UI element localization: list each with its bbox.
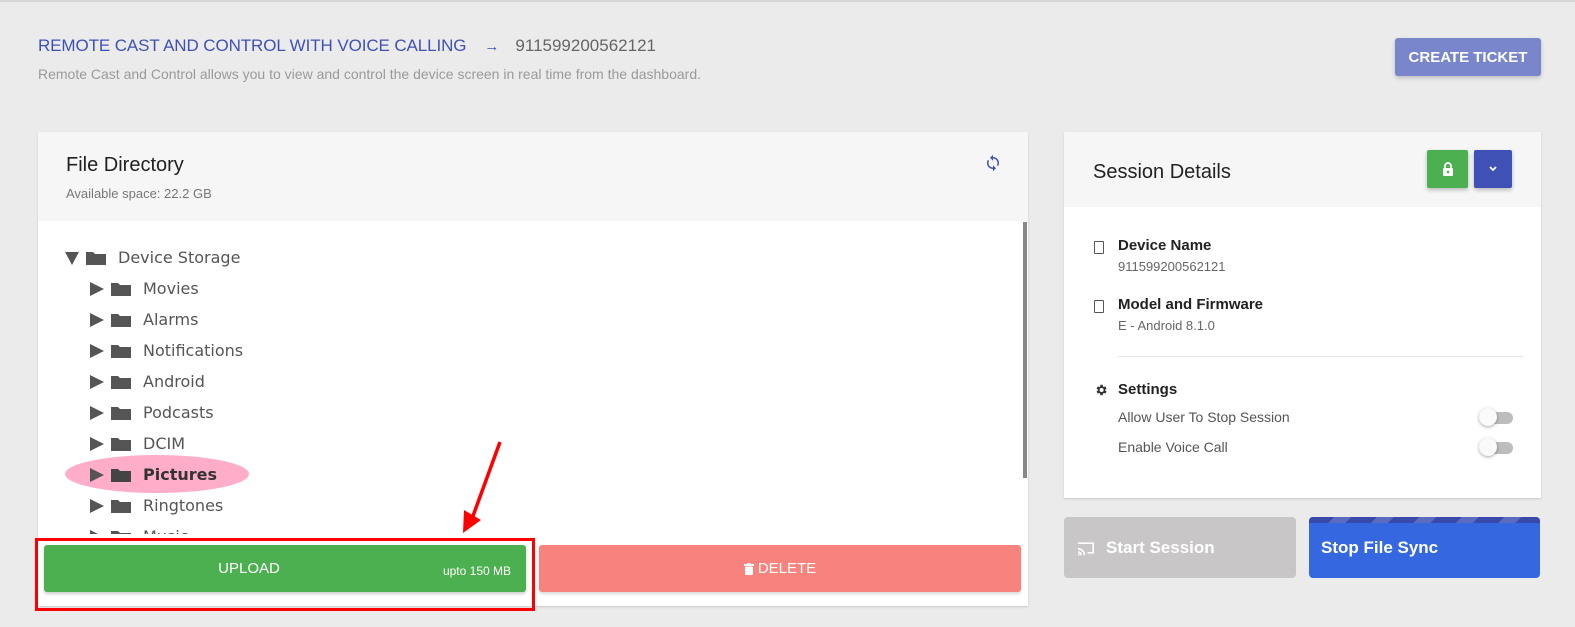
settings-label: Settings xyxy=(1118,381,1178,398)
trash-icon xyxy=(743,562,754,575)
lock-button[interactable] xyxy=(1427,150,1468,188)
create-ticket-button[interactable]: CREATE TICKET xyxy=(1395,38,1541,76)
folder-icon xyxy=(111,344,131,358)
upload-label: UPLOAD xyxy=(218,560,280,577)
delete-label: DELETE xyxy=(757,560,817,577)
voice-call-toggle[interactable] xyxy=(1479,438,1513,456)
folder-icon xyxy=(111,375,131,389)
tree-folder-label: Movies xyxy=(143,279,199,298)
tree-folder-label: Podcasts xyxy=(143,403,214,422)
available-space: Available space: 22.2 GB xyxy=(66,186,212,201)
caret-right-icon[interactable] xyxy=(89,312,105,328)
tree-folder-label: Notifications xyxy=(143,341,244,360)
model-value: E - Android 8.1.0 xyxy=(1118,318,1215,333)
delete-button[interactable]: DELETE xyxy=(539,545,1021,592)
stop-file-sync-button[interactable]: Stop File Sync xyxy=(1309,517,1540,578)
folder-icon xyxy=(111,282,131,296)
tree-folder-label: Pictures xyxy=(143,465,217,484)
caret-down-icon[interactable] xyxy=(64,250,80,266)
tree-folder[interactable]: Movies xyxy=(64,273,994,304)
device-name-value: 911599200562121 xyxy=(1118,259,1226,274)
session-header: Session Details xyxy=(1064,132,1541,207)
tree-folder-label: Music xyxy=(143,527,189,534)
folder-icon xyxy=(111,530,131,534)
folder-icon xyxy=(86,251,106,265)
gear-icon xyxy=(1096,384,1107,396)
page-subtitle: Remote Cast and Control allows you to vi… xyxy=(38,66,702,82)
file-directory-title: File Directory xyxy=(66,154,184,176)
caret-right-icon[interactable] xyxy=(89,436,105,452)
folder-icon xyxy=(111,406,131,420)
caret-right-icon[interactable] xyxy=(89,405,105,421)
file-directory-header: File Directory Available space: 22.2 GB xyxy=(38,132,1028,221)
upload-limit: upto 150 MB xyxy=(442,564,511,578)
allow-stop-toggle[interactable] xyxy=(1479,408,1513,426)
caret-right-icon[interactable] xyxy=(89,467,105,483)
expand-button[interactable] xyxy=(1474,150,1512,188)
arrow-right-icon: → xyxy=(484,37,500,55)
device-name-label: Device Name xyxy=(1118,237,1212,254)
caret-right-icon[interactable] xyxy=(89,498,105,514)
tree-folder[interactable]: Music xyxy=(64,521,994,534)
caret-right-icon[interactable] xyxy=(89,343,105,359)
progress-stripes xyxy=(1309,517,1540,523)
upload-button[interactable]: UPLOAD upto 150 MB xyxy=(44,545,526,592)
tree-folder[interactable]: Notifications xyxy=(64,335,994,366)
file-directory-card: File Directory Available space: 22.2 GB … xyxy=(38,132,1028,606)
setting-label: Enable Voice Call xyxy=(1118,439,1228,455)
toggle-knob xyxy=(1479,438,1497,456)
tree-folder-label: Alarms xyxy=(143,310,199,329)
cast-icon xyxy=(1078,541,1094,555)
tree-folder[interactable]: Android xyxy=(64,366,994,397)
chevron-down-icon xyxy=(1489,166,1497,172)
session-title: Session Details xyxy=(1093,161,1231,183)
phone-icon xyxy=(1094,241,1104,254)
setting-allow-stop: Allow User To Stop Session xyxy=(1118,408,1513,426)
phone-icon xyxy=(1094,300,1104,313)
device-id: 911599200562121 xyxy=(515,36,656,55)
refresh-icon[interactable] xyxy=(984,154,1002,172)
tree-folder[interactable]: Ringtones xyxy=(64,490,994,521)
page-header: REMOTE CAST AND CONTROL WITH VOICE CALLI… xyxy=(38,36,701,82)
caret-right-icon[interactable] xyxy=(89,529,105,535)
tree-folder[interactable]: Alarms xyxy=(64,304,994,335)
folder-icon xyxy=(111,468,131,482)
session-details-card: Session Details Device Name 911599200562… xyxy=(1064,132,1541,498)
tree-folder-label: DCIM xyxy=(143,434,186,453)
setting-label: Allow User To Stop Session xyxy=(1118,409,1290,425)
tree-scrollbar[interactable] xyxy=(1023,222,1027,478)
tree-folder-label: Android xyxy=(143,372,205,391)
file-tree: Device Storage Movies Alarms Notificatio… xyxy=(64,242,994,534)
lock-icon xyxy=(1442,162,1453,176)
tree-folder-label: Ringtones xyxy=(143,496,224,515)
tree-root[interactable]: Device Storage xyxy=(64,242,994,273)
tree-root-label: Device Storage xyxy=(118,248,241,267)
tree-folder-highlighted[interactable]: Pictures xyxy=(64,455,994,493)
start-session-label: Start Session xyxy=(1106,537,1215,557)
tree-folder[interactable]: DCIM xyxy=(64,428,994,459)
start-session-button[interactable]: Start Session xyxy=(1064,517,1296,578)
page-title: REMOTE CAST AND CONTROL WITH VOICE CALLI… xyxy=(38,36,467,55)
divider xyxy=(1118,356,1523,357)
folder-icon xyxy=(111,499,131,513)
folder-icon xyxy=(111,313,131,327)
toggle-knob xyxy=(1479,408,1497,426)
caret-right-icon[interactable] xyxy=(89,281,105,297)
model-label: Model and Firmware xyxy=(1118,296,1264,313)
caret-right-icon[interactable] xyxy=(89,374,105,390)
stop-file-sync-label: Stop File Sync xyxy=(1321,537,1439,557)
setting-voice-call: Enable Voice Call xyxy=(1118,438,1513,456)
folder-icon xyxy=(111,437,131,451)
tree-folder[interactable]: Podcasts xyxy=(64,397,994,428)
